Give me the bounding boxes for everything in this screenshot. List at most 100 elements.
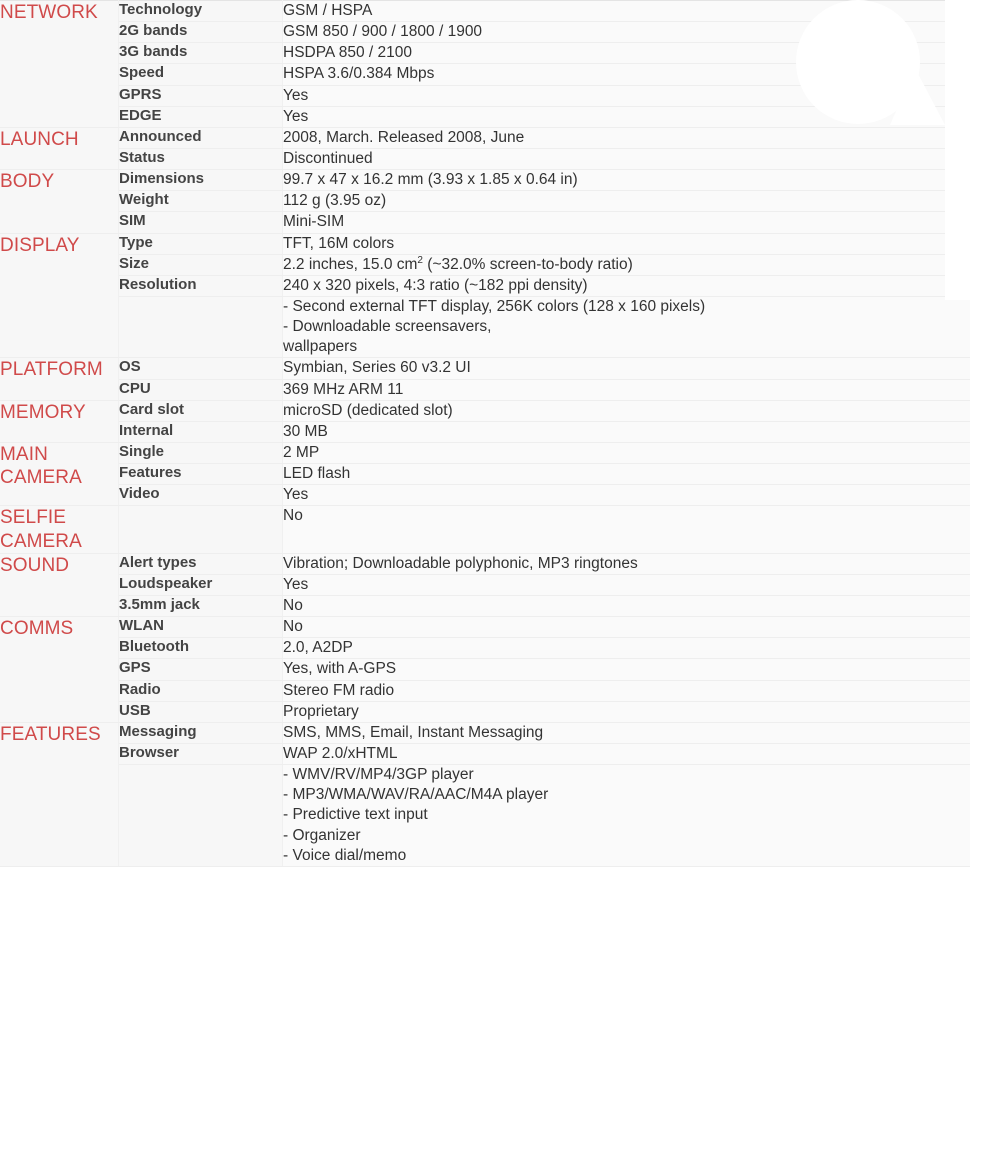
spec-row: CPU 369 MHz ARM 11 [0,379,970,401]
spec-value: GSM 850 / 900 / 1800 / 1900 [282,21,970,44]
section-header-sound: SOUND [0,552,119,618]
spec-row: Status Discontinued [0,148,970,171]
spec-row: Features LED flash [0,463,970,486]
spec-value: 99.7 x 47 x 16.2 mm (3.93 x 1.85 x 0.64 … [282,169,970,192]
spec-label: Alert types [118,552,283,575]
spec-value: Yes [282,574,970,597]
spec-row: Video Yes [0,484,970,507]
spec-row: MAIN CAMERA Single 2 MP [0,441,970,507]
section-header-platform: PLATFORM [0,357,119,401]
spec-value: SMS, MMS, Email, Instant Messaging [282,721,970,744]
spec-value: WAP 2.0/xHTML [282,743,970,766]
spec-value: Yes, with A-GPS [282,658,970,681]
spec-row: SOUND Alert types Vibration; Downloadable … [0,552,970,618]
spec-value: Stereo FM radio [282,680,970,702]
spec-label: Weight [118,190,283,213]
spec-label: Browser [118,743,283,766]
spec-row: MEMORY Card slot microSD (dedicated slot) [0,399,970,443]
spec-row: GPS Yes, with A-GPS [0,658,970,681]
section-header-features: FEATURES [0,721,119,867]
spec-value: Symbian, Series 60 v3.2 UI [282,357,970,380]
spec-value: GSM / HSPA [282,0,970,23]
section-header-launch: LAUNCH [0,126,119,171]
spec-value: Yes [282,484,970,507]
spec-value: 240 x 320 pixels, 4:3 ratio (~182 ppi de… [282,275,970,297]
spec-value: 2008, March. Released 2008, June [282,126,970,149]
spec-label: Loudspeaker [118,574,283,597]
spec-row: Internal 30 MB [0,421,970,443]
spec-label: Messaging [118,721,283,744]
spec-value: Vibration; Downloadable polyphonic, MP3 … [282,552,970,575]
spec-label: Size [118,254,283,276]
spec-row: Bluetooth 2.0, A2DP [0,637,970,660]
spec-row: Radio Stereo FM radio [0,680,970,702]
spec-value: - WMV/RV/MP4/3GP player - MP3/WMA/WAV/RA… [282,764,970,867]
spec-label-empty [118,764,283,867]
spec-row: 3G bands HSDPA 850 / 2100 [0,42,970,65]
spec-label: Status [118,148,283,171]
section-header-network: NETWORK [0,0,119,128]
spec-value: Discontinued [282,148,970,171]
spec-label: USB [118,701,283,723]
spec-label: GPRS [118,85,283,107]
spec-label-empty [118,505,283,554]
spec-label: Single [118,441,283,465]
spec-label: Features [118,463,283,486]
spec-value: 369 MHz ARM 11 [282,379,970,401]
spec-label: Dimensions [118,169,283,192]
spec-row: SELFIE CAMERA No [0,505,970,554]
spec-value: Mini-SIM [282,211,970,234]
spec-row: Browser WAP 2.0/xHTML [0,743,970,766]
section-header-selfie-camera: SELFIE CAMERA [0,505,119,554]
spec-value: No [282,616,970,639]
spec-value: HSDPA 850 / 2100 [282,42,970,65]
section-header-body: BODY [0,169,119,234]
section-header-memory: MEMORY [0,399,119,443]
spec-value: No [282,505,970,554]
spec-label: Video [118,484,283,507]
spec-row: 3.5mm jack No [0,595,970,618]
spec-value: 2.2 inches, 15.0 cm2 (~32.0% screen-to-b… [282,254,970,276]
spec-value: Yes [282,106,970,128]
spec-row: - Second external TFT display, 256K colo… [0,296,970,359]
spec-label: 3.5mm jack [118,595,283,618]
spec-value-text: 2.2 inches, 15.0 cm [283,255,418,273]
section-header-comms: COMMS [0,616,119,723]
spec-value: LED flash [282,463,970,486]
spec-row: Resolution 240 x 320 pixels, 4:3 ratio (~… [0,275,970,297]
spec-value: 112 g (3.95 oz) [282,190,970,213]
spec-row: NETWORK Technology GSM / HSPA [0,0,970,128]
spec-row: SIM Mini-SIM [0,211,970,234]
spec-row: Speed HSPA 3.6/0.384 Mbps [0,63,970,86]
specifications-table-body: NETWORK Technology GSM / HSPA 2G bands GSM 8… [0,0,970,867]
spec-label: GPS [118,658,283,681]
spec-label: WLAN [118,616,283,639]
spec-value-text-tail: (~32.0% screen-to-body ratio) [422,255,633,273]
spec-row: EDGE Yes [0,106,970,128]
spec-label: Announced [118,126,283,149]
spec-value: Proprietary [282,701,970,723]
spec-row: BODY Dimensions 99.7 x 47 x 16.2 mm (3.93 … [0,169,970,234]
spec-value: 2.0, A2DP [282,637,970,660]
spec-label: CPU [118,379,283,401]
spec-row: Size 2.2 inches, 15.0 cm2 (~32.0% screen-… [0,254,970,276]
spec-value: Yes [282,85,970,107]
spec-label: EDGE [118,106,283,128]
spec-value: No [282,595,970,618]
specifications-table: NETWORK Technology GSM / HSPA 2G bands GSM 8… [0,0,970,867]
spec-row: FEATURES Messaging SMS, MMS, Email, Instan… [0,721,970,867]
spec-row: LAUNCH Announced 2008, March. Released 200… [0,126,970,171]
spec-value: - Second external TFT display, 256K colo… [282,296,970,359]
spec-value: microSD (dedicated slot) [282,399,970,422]
spec-label: Bluetooth [118,637,283,660]
spec-label: Radio [118,680,283,702]
spec-row: USB Proprietary [0,701,970,723]
spec-row: - WMV/RV/MP4/3GP player - MP3/WMA/WAV/RA… [0,764,970,867]
spec-label: Technology [118,0,283,23]
spec-label-empty [118,296,283,359]
spec-value: HSPA 3.6/0.384 Mbps [282,63,970,86]
spec-value: 2 MP [282,441,970,465]
spec-row: COMMS WLAN No [0,616,970,723]
spec-label: 3G bands [118,42,283,65]
spec-value: 30 MB [282,421,970,443]
